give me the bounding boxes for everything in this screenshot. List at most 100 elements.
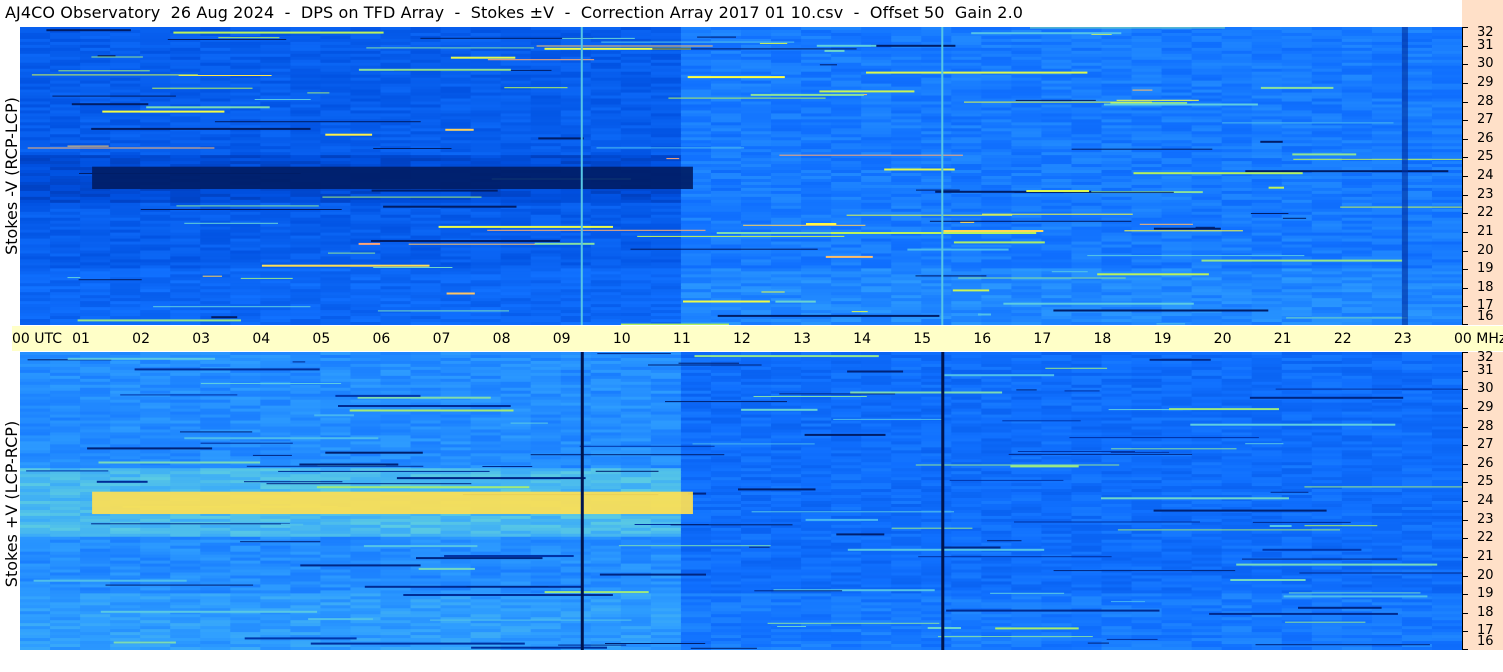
- interference-streak: [668, 97, 826, 99]
- interference-streak: [620, 323, 729, 325]
- interference-streak: [1292, 153, 1357, 156]
- interference-streak: [929, 220, 1132, 222]
- interference-streak: [371, 240, 560, 242]
- interference-streak: [1030, 27, 1225, 29]
- spectrogram-cell: [1251, 322, 1283, 325]
- spectrogram-cell: [200, 322, 231, 325]
- interference-streak: [816, 44, 877, 47]
- spectrogram-bottom: [20, 352, 1462, 650]
- spectrogram-cell: [170, 322, 201, 325]
- interference-streak: [27, 147, 215, 149]
- freq-axis-corner: [1462, 0, 1503, 27]
- interference-streak: [958, 277, 1126, 279]
- vertical-line: [941, 27, 944, 325]
- interference-streak: [1153, 227, 1221, 230]
- interference-streak: [538, 137, 584, 140]
- interference-streak: [58, 70, 150, 72]
- time-tick-label: 06: [372, 331, 391, 347]
- spectrogram-cell: [951, 322, 982, 325]
- interference-streak: [71, 103, 149, 106]
- interference-streak: [1268, 186, 1284, 189]
- time-tick-label: 22: [1333, 331, 1352, 347]
- spectrogram-cell: [1191, 322, 1223, 325]
- interference-streak: [328, 252, 376, 254]
- interference-streak: [851, 311, 868, 313]
- vertical-line: [580, 27, 583, 325]
- interference-streak: [1015, 99, 1096, 101]
- interference-streak: [1222, 122, 1394, 124]
- interference-streak: [240, 277, 293, 279]
- spectrogram-cell: [20, 322, 51, 325]
- interference-streak: [445, 128, 474, 131]
- interference-streak: [1026, 190, 1090, 192]
- time-tick-label: 00 UTC: [12, 331, 63, 347]
- spectrogram-cell: [891, 322, 922, 325]
- interference-streak: [358, 242, 381, 245]
- spectrogram-top: [20, 27, 1462, 325]
- spectrogram-cell: [470, 322, 502, 325]
- spectrogram-cell: [380, 322, 412, 325]
- interference-streak: [67, 277, 81, 279]
- interference-streak: [907, 248, 1009, 251]
- interference-streak: [371, 189, 498, 192]
- interference-streak: [1071, 148, 1213, 150]
- time-axis: 00 UTC 01 02 03 04 05 06 07 08 09 10 11 12 13 14 15 16 17…: [12, 326, 1503, 351]
- interference-streak: [184, 222, 278, 224]
- interference-streak: [504, 87, 568, 89]
- interference-streak: [46, 29, 131, 32]
- interference-streak: [78, 279, 142, 281]
- interference-streak: [140, 209, 342, 210]
- spectrogram-cell: [1431, 322, 1462, 325]
- time-tick-label: 13: [793, 331, 811, 347]
- interference-streak: [322, 196, 482, 198]
- interference-streak: [562, 37, 635, 39]
- interference-streak: [1201, 259, 1403, 262]
- interference-streak: [261, 264, 430, 267]
- spectrogram-cell: [921, 322, 952, 325]
- interference-streak: [146, 106, 270, 109]
- interference-streak: [1282, 217, 1307, 219]
- interference-streak: [383, 205, 517, 208]
- interference-streak: [1245, 170, 1449, 173]
- spectrogram-cell: [530, 322, 562, 325]
- spectrogram-cell: [1371, 322, 1403, 325]
- interference-streak: [446, 292, 475, 295]
- interference-streak: [1097, 273, 1209, 276]
- dark-column: [1401, 27, 1408, 325]
- interference-streak: [325, 133, 373, 136]
- interference-streak: [759, 42, 788, 44]
- interference-streak: [218, 37, 280, 39]
- time-tick-label: 19: [1153, 331, 1172, 347]
- interference-streak: [775, 300, 816, 303]
- spectrogram-cell: [230, 322, 261, 325]
- interference-streak: [1260, 140, 1283, 143]
- spectrogram-cell: [410, 322, 442, 325]
- interference-streak: [1286, 317, 1408, 319]
- interference-streak: [534, 242, 595, 245]
- interference-streak: [819, 64, 837, 66]
- interference-streak: [408, 243, 536, 245]
- interference-streak: [438, 225, 613, 228]
- spectrogram-cell: [1221, 322, 1253, 325]
- time-tick-label: 12: [733, 331, 751, 347]
- interference-streak: [1053, 309, 1269, 312]
- interference-streak: [915, 275, 987, 277]
- interference-streak: [953, 241, 1045, 244]
- interference-streak: [637, 235, 845, 237]
- spectrogram-cell: [1311, 322, 1343, 325]
- interference-streak: [750, 93, 864, 96]
- interference-streak: [846, 214, 1013, 216]
- spectrogram-cell: [1101, 322, 1133, 325]
- interference-streak: [487, 229, 706, 231]
- interference-streak: [978, 313, 991, 316]
- spectrogram-cell: [140, 322, 171, 325]
- interference-streak: [214, 121, 421, 123]
- spectrogram-cell: [831, 322, 862, 325]
- interference-streak: [176, 205, 319, 207]
- interference-streak: [91, 127, 311, 130]
- interference-streak: [202, 275, 222, 277]
- time-tick-label: 07: [432, 331, 451, 347]
- time-tick-label: 18: [1093, 331, 1112, 347]
- time-tick-label: 21: [1273, 331, 1292, 347]
- interference-streak: [307, 92, 330, 94]
